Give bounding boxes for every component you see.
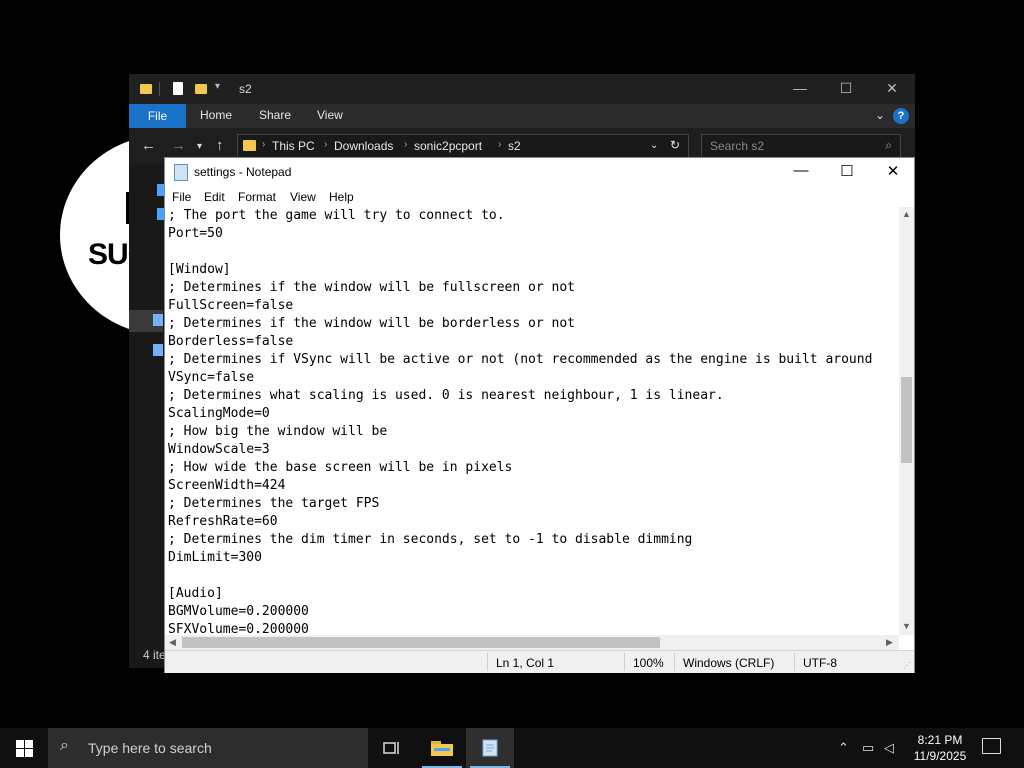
status-encoding: UTF-8 — [803, 656, 837, 670]
start-button[interactable] — [0, 728, 48, 768]
status-divider — [674, 653, 675, 671]
qat-dropdown-icon[interactable]: ▾ — [215, 81, 220, 92]
scroll-down-arrow-icon[interactable]: ▼ — [902, 621, 911, 631]
windows-logo-icon — [15, 739, 33, 757]
explorer-close-button[interactable]: ✕ — [869, 80, 915, 97]
breadcrumb-separator: › — [262, 139, 266, 150]
up-arrow-icon[interactable]: ↑ — [216, 137, 224, 154]
status-zoom: 100% — [633, 656, 664, 670]
notifications-icon[interactable] — [982, 738, 1001, 754]
taskbar-search-box[interactable]: ⌕ Type here to search — [48, 728, 368, 768]
ribbon-tab-file[interactable]: File — [129, 104, 186, 128]
notepad-statusbar: Ln 1, Col 1 100% Windows (CRLF) UTF-8 ⋰ — [165, 650, 914, 673]
taskbar-clock[interactable]: 8:21 PM 11/9/2025 — [908, 732, 972, 764]
notepad-window[interactable]: settings - Notepad — ☐ ✕ File Edit Forma… — [164, 157, 915, 673]
status-divider — [487, 653, 488, 671]
breadcrumb-sonic2pcport[interactable]: sonic2pcport — [414, 139, 482, 153]
explorer-status-item-count: 4 ite — [143, 648, 166, 662]
clock-date: 11/9/2025 — [913, 749, 967, 763]
notepad-icon — [174, 164, 188, 181]
menu-file[interactable]: File — [172, 190, 191, 204]
address-bar[interactable]: › This PC › Downloads › sonic2pcport › s… — [237, 134, 689, 158]
taskbar-notepad[interactable] — [466, 728, 514, 768]
folder-icon — [243, 140, 256, 151]
scroll-up-arrow-icon[interactable]: ▲ — [902, 209, 911, 219]
new-folder-icon[interactable] — [195, 84, 207, 94]
explorer-title: s2 — [239, 82, 252, 96]
status-divider — [624, 653, 625, 671]
breadcrumb-this-pc[interactable]: This PC — [272, 139, 315, 153]
task-view-icon — [383, 742, 399, 754]
explorer-search-input[interactable]: Search s2 ⌕ — [701, 134, 901, 158]
notepad-minimize-button[interactable]: — — [778, 162, 824, 179]
breadcrumb-separator: › — [324, 139, 328, 150]
explorer-ribbon: File Home Share View ⌄ ? — [129, 104, 915, 128]
folder-icon — [140, 84, 152, 94]
menu-view[interactable]: View — [290, 190, 316, 204]
resize-grip-icon[interactable]: ⋰ — [903, 661, 911, 670]
breadcrumb-s2[interactable]: s2 — [508, 139, 521, 153]
show-hidden-icons-chevron-icon[interactable]: ⌃ — [838, 740, 849, 756]
search-icon[interactable]: ⌕ — [885, 138, 892, 153]
notepad-text-area[interactable]: ; The port the game will try to connect … — [165, 207, 899, 635]
recent-locations-icon[interactable]: ▾ — [197, 141, 202, 152]
properties-icon[interactable] — [173, 82, 183, 95]
file-explorer-icon — [431, 741, 453, 756]
menu-edit[interactable]: Edit — [204, 190, 225, 204]
horizontal-scrollbar[interactable]: ◀ ▶ — [165, 635, 899, 650]
ribbon-tab-share[interactable]: Share — [259, 108, 291, 122]
clock-time: 8:21 PM — [917, 733, 963, 747]
taskbar-file-explorer[interactable] — [418, 728, 466, 768]
network-icon[interactable]: ▭ — [862, 740, 874, 756]
notepad-maximize-button[interactable]: ☐ — [824, 162, 870, 180]
help-icon[interactable]: ? — [893, 108, 909, 124]
ribbon-tab-home[interactable]: Home — [200, 108, 232, 122]
status-cursor-position: Ln 1, Col 1 — [496, 656, 555, 670]
breadcrumb-separator: › — [404, 139, 408, 150]
task-view-button[interactable] — [368, 728, 416, 768]
status-divider — [794, 653, 795, 671]
notepad-close-button[interactable]: ✕ — [870, 162, 916, 180]
scroll-left-arrow-icon[interactable]: ◀ — [169, 637, 176, 648]
refresh-icon[interactable]: ↻ — [670, 138, 680, 152]
status-line-ending: Windows (CRLF) — [683, 656, 775, 670]
notepad-titlebar[interactable]: settings - Notepad — ☐ ✕ — [165, 158, 914, 187]
notepad-title: settings - Notepad — [194, 165, 292, 179]
explorer-minimize-button[interactable]: — — [777, 80, 823, 96]
scroll-right-arrow-icon[interactable]: ▶ — [886, 637, 893, 648]
this-pc-icon[interactable] — [153, 314, 163, 326]
breadcrumb-separator: › — [498, 139, 502, 150]
qat-divider — [159, 82, 160, 96]
vertical-scrollbar[interactable]: ▲ ▼ — [899, 207, 914, 635]
notepad-menubar: File Edit Format View Help — [165, 187, 914, 207]
network-icon[interactable] — [153, 344, 163, 356]
search-placeholder: Search s2 — [710, 139, 765, 153]
vertical-scroll-thumb[interactable] — [901, 377, 912, 463]
explorer-maximize-button[interactable]: ☐ — [823, 80, 869, 97]
ribbon-expand-icon[interactable]: ⌄ — [875, 108, 885, 122]
breadcrumb-downloads[interactable]: Downloads — [334, 139, 393, 153]
volume-muted-icon[interactable]: ◁ — [884, 740, 894, 756]
taskbar: ⌕ Type here to search ⌃ ▭ ◁ 8:21 PM 11/9… — [0, 728, 1024, 768]
taskbar-search-placeholder: Type here to search — [88, 740, 212, 756]
horizontal-scroll-thumb[interactable] — [182, 637, 660, 648]
ribbon-tab-view[interactable]: View — [317, 108, 343, 122]
back-arrow-icon[interactable]: ← — [141, 137, 156, 154]
forward-arrow-icon[interactable]: → — [171, 137, 186, 154]
notepad-icon — [482, 739, 498, 757]
menu-help[interactable]: Help — [329, 190, 354, 204]
menu-format[interactable]: Format — [238, 190, 276, 204]
search-icon: ⌕ — [60, 737, 69, 754]
address-dropdown-icon[interactable]: ⌄ — [650, 140, 658, 151]
explorer-titlebar[interactable]: ▾ s2 — ☐ ✕ — [129, 74, 915, 104]
notepad-content[interactable]: ; The port the game will try to connect … — [168, 207, 872, 635]
